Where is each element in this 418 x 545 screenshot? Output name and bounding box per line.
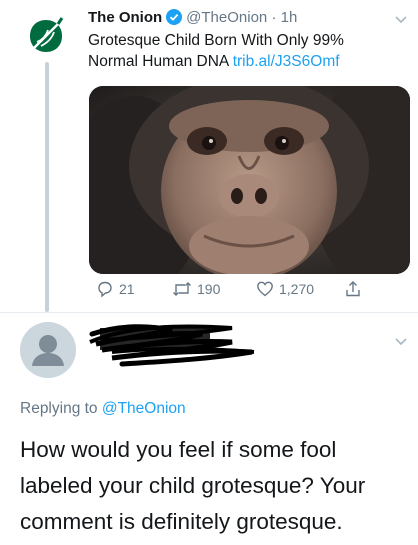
author-name[interactable]: The Onion [88, 9, 162, 26]
share-button[interactable] [344, 280, 362, 298]
author-handle[interactable]: @TheOnion [186, 9, 267, 26]
redacted-username-scribble [89, 324, 255, 367]
like-count: 1,270 [279, 281, 315, 297]
tweet-text: Grotesque Child Born With Only 99% Norma… [88, 30, 398, 72]
onion-logo-icon[interactable] [22, 12, 70, 60]
tweet-header: The Onion @TheOnion · 1h [88, 8, 297, 28]
retweet-count: 190 [197, 281, 221, 297]
reply-tweet-text: How would you feel if some fool labeled … [20, 437, 366, 534]
tweet-link[interactable]: trib.al/J3S6Omf [233, 53, 340, 70]
reply-count: 21 [119, 281, 135, 297]
tweet-media-image[interactable] [89, 86, 410, 274]
retweet-button[interactable]: 190 [172, 280, 220, 298]
share-icon [346, 281, 360, 297]
retweet-icon [173, 282, 191, 296]
chimpanzee-photo [89, 86, 410, 274]
replying-to-line: Replying to @TheOnion [20, 400, 186, 418]
tweet-time[interactable]: 1h [281, 9, 298, 26]
like-icon [257, 281, 273, 297]
thread-connector-line [45, 62, 49, 312]
reply-chevron-down-icon[interactable] [394, 334, 408, 348]
reply-button[interactable]: 21 [96, 280, 135, 298]
replying-label: Replying to [20, 400, 102, 417]
reply-icon [98, 281, 112, 298]
separator-dot: · [271, 9, 277, 26]
like-button[interactable]: 1,270 [256, 280, 314, 298]
replying-mention[interactable]: @TheOnion [102, 400, 186, 417]
default-avatar-icon[interactable] [20, 322, 76, 378]
original-tweet[interactable]: The Onion @TheOnion · 1h Grotesque Child… [0, 0, 418, 312]
tweet-divider [0, 312, 418, 313]
tweet-actions: 21 190 1,270 [88, 280, 388, 302]
chevron-down-icon[interactable] [394, 12, 408, 26]
verified-badge-icon [166, 9, 183, 25]
